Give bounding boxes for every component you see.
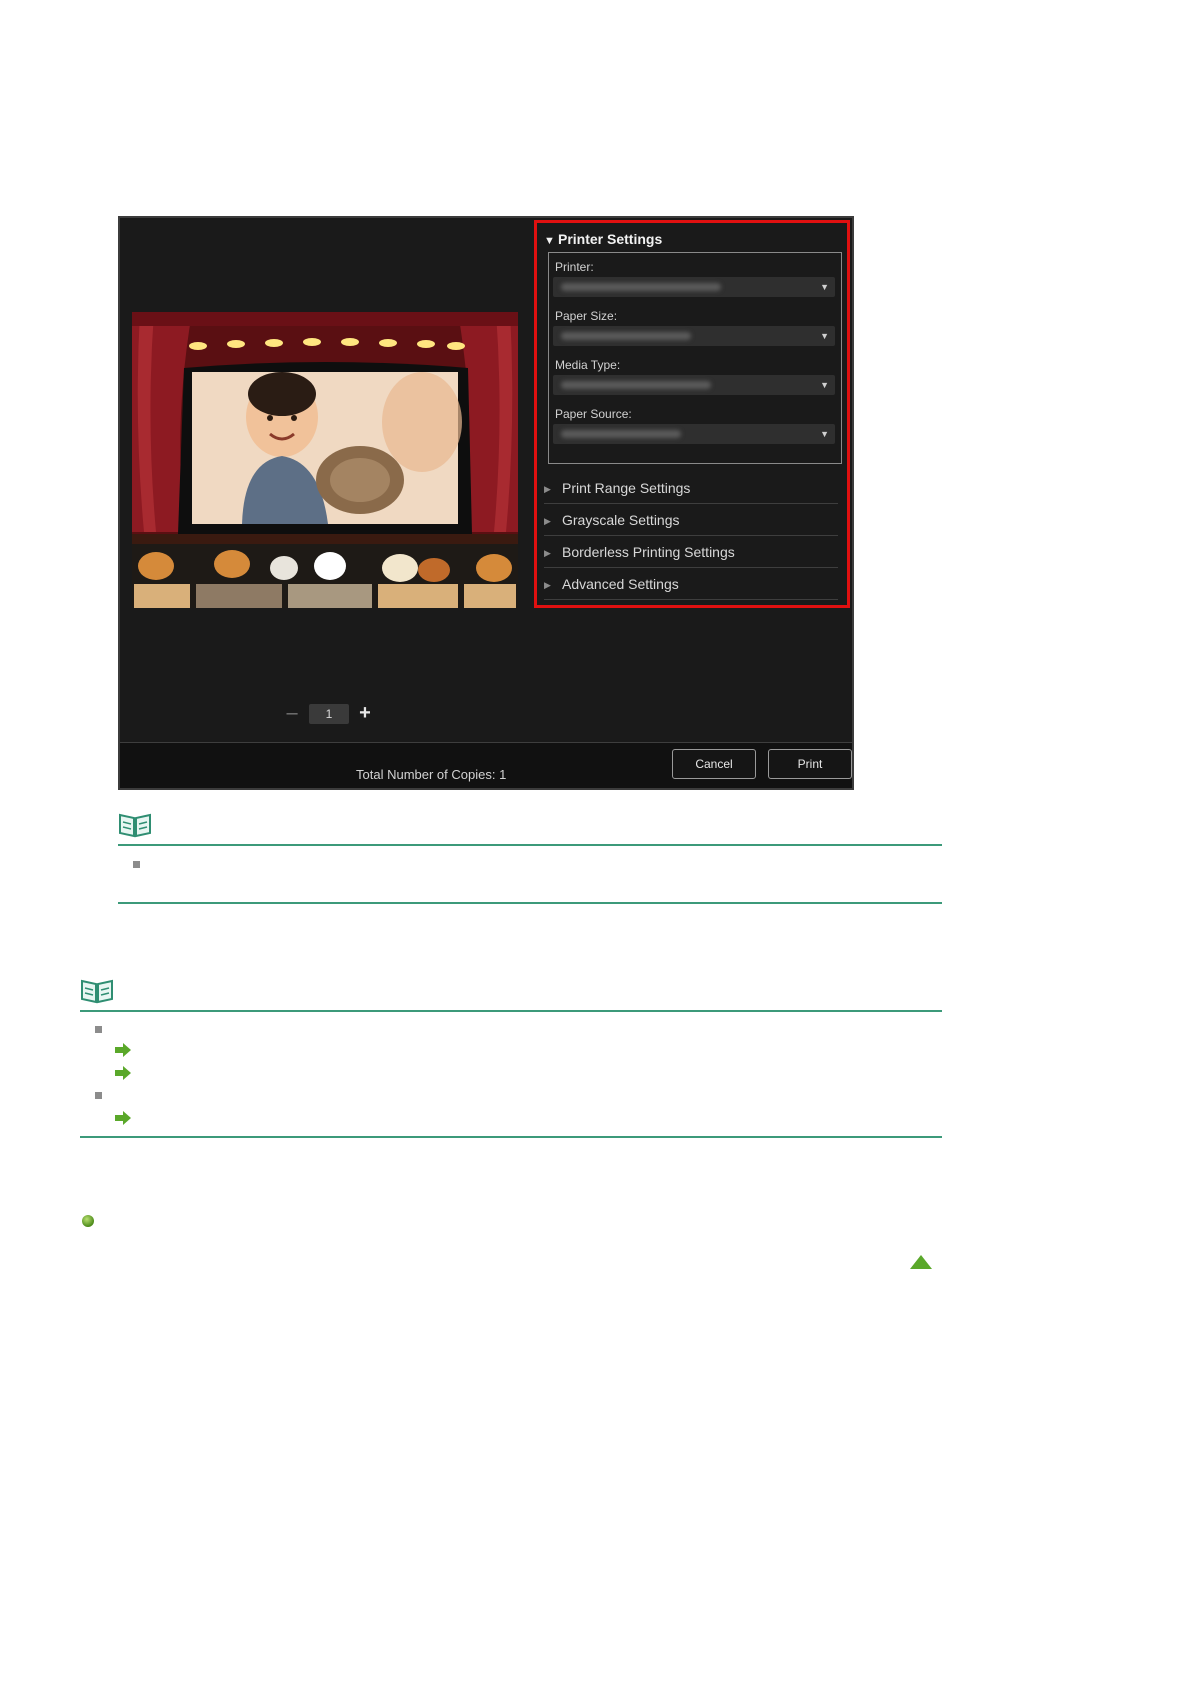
note-bottom-rule: [118, 902, 942, 904]
bullet-square-icon: [133, 861, 140, 868]
bullet-square-icon: [95, 1092, 102, 1099]
note-top-rule: [80, 1010, 942, 1012]
green-arrow-icon[interactable]: [114, 1066, 132, 1080]
book-icon: [81, 979, 113, 1004]
preview-pane: – 1 +: [120, 218, 531, 742]
increase-copies-button[interactable]: +: [357, 702, 373, 726]
theater-photo-preview: [132, 312, 518, 608]
print-dialog-screenshot: – 1 + ▼ Printer Settings Printer: ▼ Paper…: [118, 216, 854, 790]
copies-stepper: – 1 +: [285, 702, 385, 726]
cancel-button[interactable]: Cancel: [672, 749, 756, 779]
back-to-top-icon[interactable]: [910, 1255, 932, 1269]
green-arrow-icon[interactable]: [114, 1043, 132, 1057]
note-box-inner: [118, 812, 942, 904]
total-copies-text: Total Number of Copies: 1: [356, 767, 507, 782]
bullet-square-icon: [95, 1026, 102, 1033]
print-button[interactable]: Print: [768, 749, 852, 779]
decrease-copies-button[interactable]: –: [285, 702, 299, 726]
dialog-footer: Total Number of Copies: 1 Cancel Print: [120, 742, 852, 788]
copies-field[interactable]: 1: [309, 704, 349, 724]
green-arrow-icon[interactable]: [114, 1111, 132, 1125]
book-icon: [119, 813, 151, 838]
red-highlight-frame: [534, 220, 850, 608]
note-top-rule: [118, 844, 942, 846]
green-dot-icon: [82, 1215, 94, 1227]
note-box-outer: [80, 978, 942, 1140]
note-bottom-rule: [80, 1136, 942, 1138]
